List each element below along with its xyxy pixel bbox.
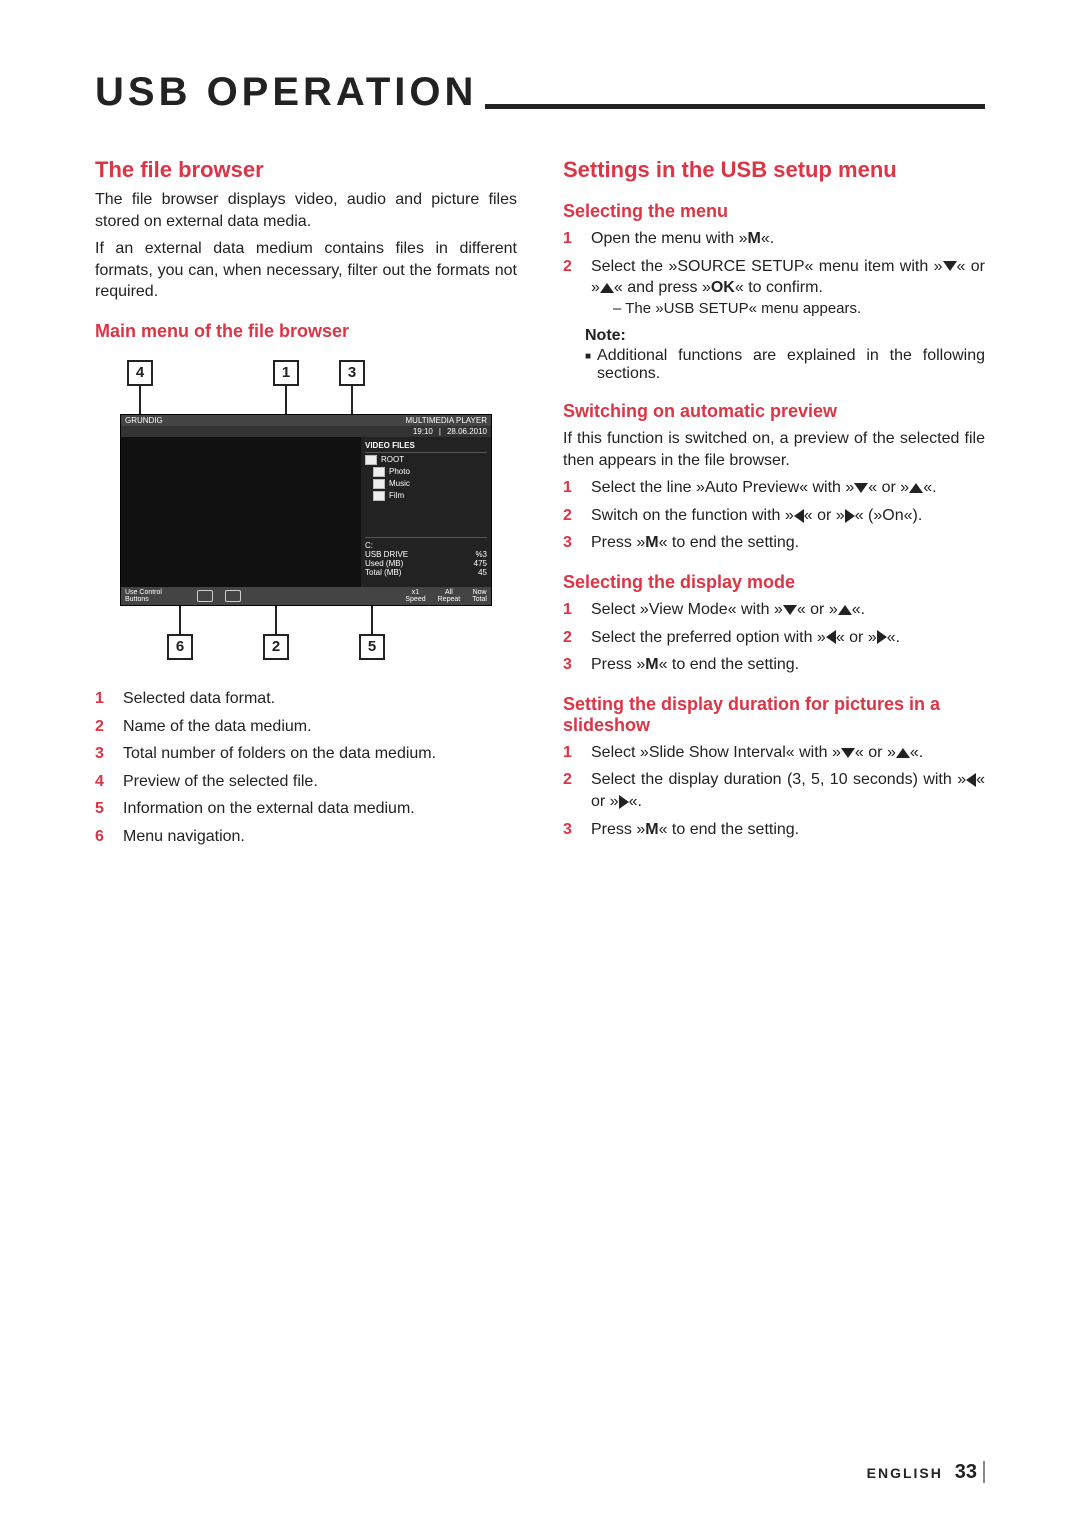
tree-item: Photo — [389, 467, 410, 476]
folder-icon — [373, 467, 385, 477]
drive-name: USB DRIVE — [365, 550, 408, 559]
paragraph: If an external data medium contains file… — [95, 238, 517, 303]
heading-selecting-menu: Selecting the menu — [563, 201, 985, 222]
callout-4: 4 — [127, 360, 153, 386]
left-icon — [794, 509, 804, 523]
right-icon — [845, 509, 855, 523]
legend-item: Name of the data medium. — [123, 716, 517, 738]
step-text: Select »Slide Show Interval« with »« or … — [591, 742, 985, 764]
heading-file-browser: The file browser — [95, 157, 517, 183]
up-icon — [838, 605, 852, 615]
down-icon — [783, 605, 797, 615]
stop-icon — [225, 590, 241, 602]
left-icon — [966, 773, 976, 787]
heading-settings: Settings in the USB setup menu — [563, 157, 985, 183]
step-text: Select the »SOURCE SETUP« menu item with… — [591, 256, 985, 319]
used-value: 475 — [474, 559, 487, 568]
step-text: Open the menu with »M«. — [591, 228, 985, 250]
note-body: Additional functions are explained in th… — [585, 347, 985, 383]
legend-item: Information on the external data medium. — [123, 798, 517, 820]
page-footer: ENGLISH 33 — [867, 1461, 985, 1484]
legend-item: Selected data format. — [123, 688, 517, 710]
heading-main-menu: Main menu of the file browser — [95, 321, 517, 342]
footer-language: ENGLISH — [867, 1465, 943, 1481]
title-row: USB OPERATION — [95, 70, 985, 115]
paragraph: The file browser displays video, audio a… — [95, 189, 517, 232]
folder-icon — [373, 491, 385, 501]
used-label: Used (MB) — [365, 559, 403, 568]
step-text: Press »M« to end the setting. — [591, 532, 985, 554]
down-icon — [943, 261, 957, 271]
callout-2: 2 — [263, 634, 289, 660]
down-icon — [854, 483, 868, 493]
step-substep: – The »USB SETUP« menu appears. — [613, 299, 985, 319]
legend-item: Menu navigation. — [123, 826, 517, 848]
right-icon — [877, 630, 887, 644]
heading-auto-preview: Switching on automatic preview — [563, 401, 985, 422]
drive-pct: %3 — [475, 550, 487, 559]
left-icon — [826, 630, 836, 644]
step-text: Press »M« to end the setting. — [591, 654, 985, 676]
total-play-label: Total — [472, 596, 487, 603]
figure-file-browser: 4 1 3 GRUNDIG MULTIMEDIA PLA — [95, 360, 517, 660]
left-column: The file browser The file browser displa… — [95, 143, 517, 854]
up-icon — [896, 748, 910, 758]
screenshot-box: GRUNDIG MULTIMEDIA PLAYER 19:10 | 28.06.… — [120, 414, 492, 606]
up-icon — [600, 283, 614, 293]
total-label: Total (MB) — [365, 568, 401, 577]
right-icon — [619, 795, 629, 809]
step-text: Select the display duration (3, 5, 10 se… — [591, 769, 985, 812]
down-icon — [841, 748, 855, 758]
heading-display-mode: Selecting the display mode — [563, 572, 985, 593]
time-label: 19:10 — [413, 427, 433, 436]
right-column: Settings in the USB setup menu Selecting… — [563, 143, 985, 854]
date-label: 28.06.2010 — [447, 427, 487, 436]
callout-3: 3 — [339, 360, 365, 386]
brand-label: GRUNDIG — [125, 416, 163, 425]
repeat-value: All — [445, 589, 453, 596]
step-text: Select the line »Auto Preview« with »« o… — [591, 477, 985, 499]
up-icon — [909, 483, 923, 493]
page-title: USB OPERATION — [95, 70, 477, 115]
note-label: Note: — [585, 327, 985, 345]
step-text: Select »View Mode« with »« or »«. — [591, 599, 985, 621]
play-icon — [197, 590, 213, 602]
speed-value: x1 — [412, 589, 419, 596]
callout-6: 6 — [167, 634, 193, 660]
step-text: Switch on the function with »« or »« (»O… — [591, 505, 985, 527]
total-value: 45 — [478, 568, 487, 577]
files-header: VIDEO FILES — [365, 441, 487, 453]
step-text: Press »M« to end the setting. — [591, 819, 985, 841]
heading-slideshow: Setting the display duration for picture… — [563, 694, 985, 736]
callout-5: 5 — [359, 634, 385, 660]
footer-page-number: 33 — [955, 1461, 985, 1483]
tree-item: Music — [389, 479, 410, 488]
total-play-value: Now — [473, 589, 487, 596]
paragraph: If this function is switched on, a previ… — [563, 428, 985, 471]
speed-label: Speed — [405, 596, 425, 603]
tree-item: Film — [389, 491, 404, 500]
mode-label: MULTIMEDIA PLAYER — [406, 416, 488, 425]
document-page: USB OPERATION The file browser The file … — [0, 0, 1080, 1532]
step-text: Select the preferred option with »« or »… — [591, 627, 985, 649]
tree-item: ROOT — [381, 455, 404, 464]
title-rule — [485, 98, 985, 109]
folder-icon — [373, 479, 385, 489]
buttons-label: Use Control Buttons — [125, 589, 185, 603]
callout-1: 1 — [273, 360, 299, 386]
legend-item: Total number of folders on the data medi… — [123, 743, 517, 765]
legend-list: 1Selected data format. 2Name of the data… — [95, 688, 517, 848]
folder-icon — [365, 455, 377, 465]
drive-letter: C: — [365, 541, 487, 550]
legend-item: Preview of the selected file. — [123, 771, 517, 793]
repeat-label: Repeat — [438, 596, 461, 603]
